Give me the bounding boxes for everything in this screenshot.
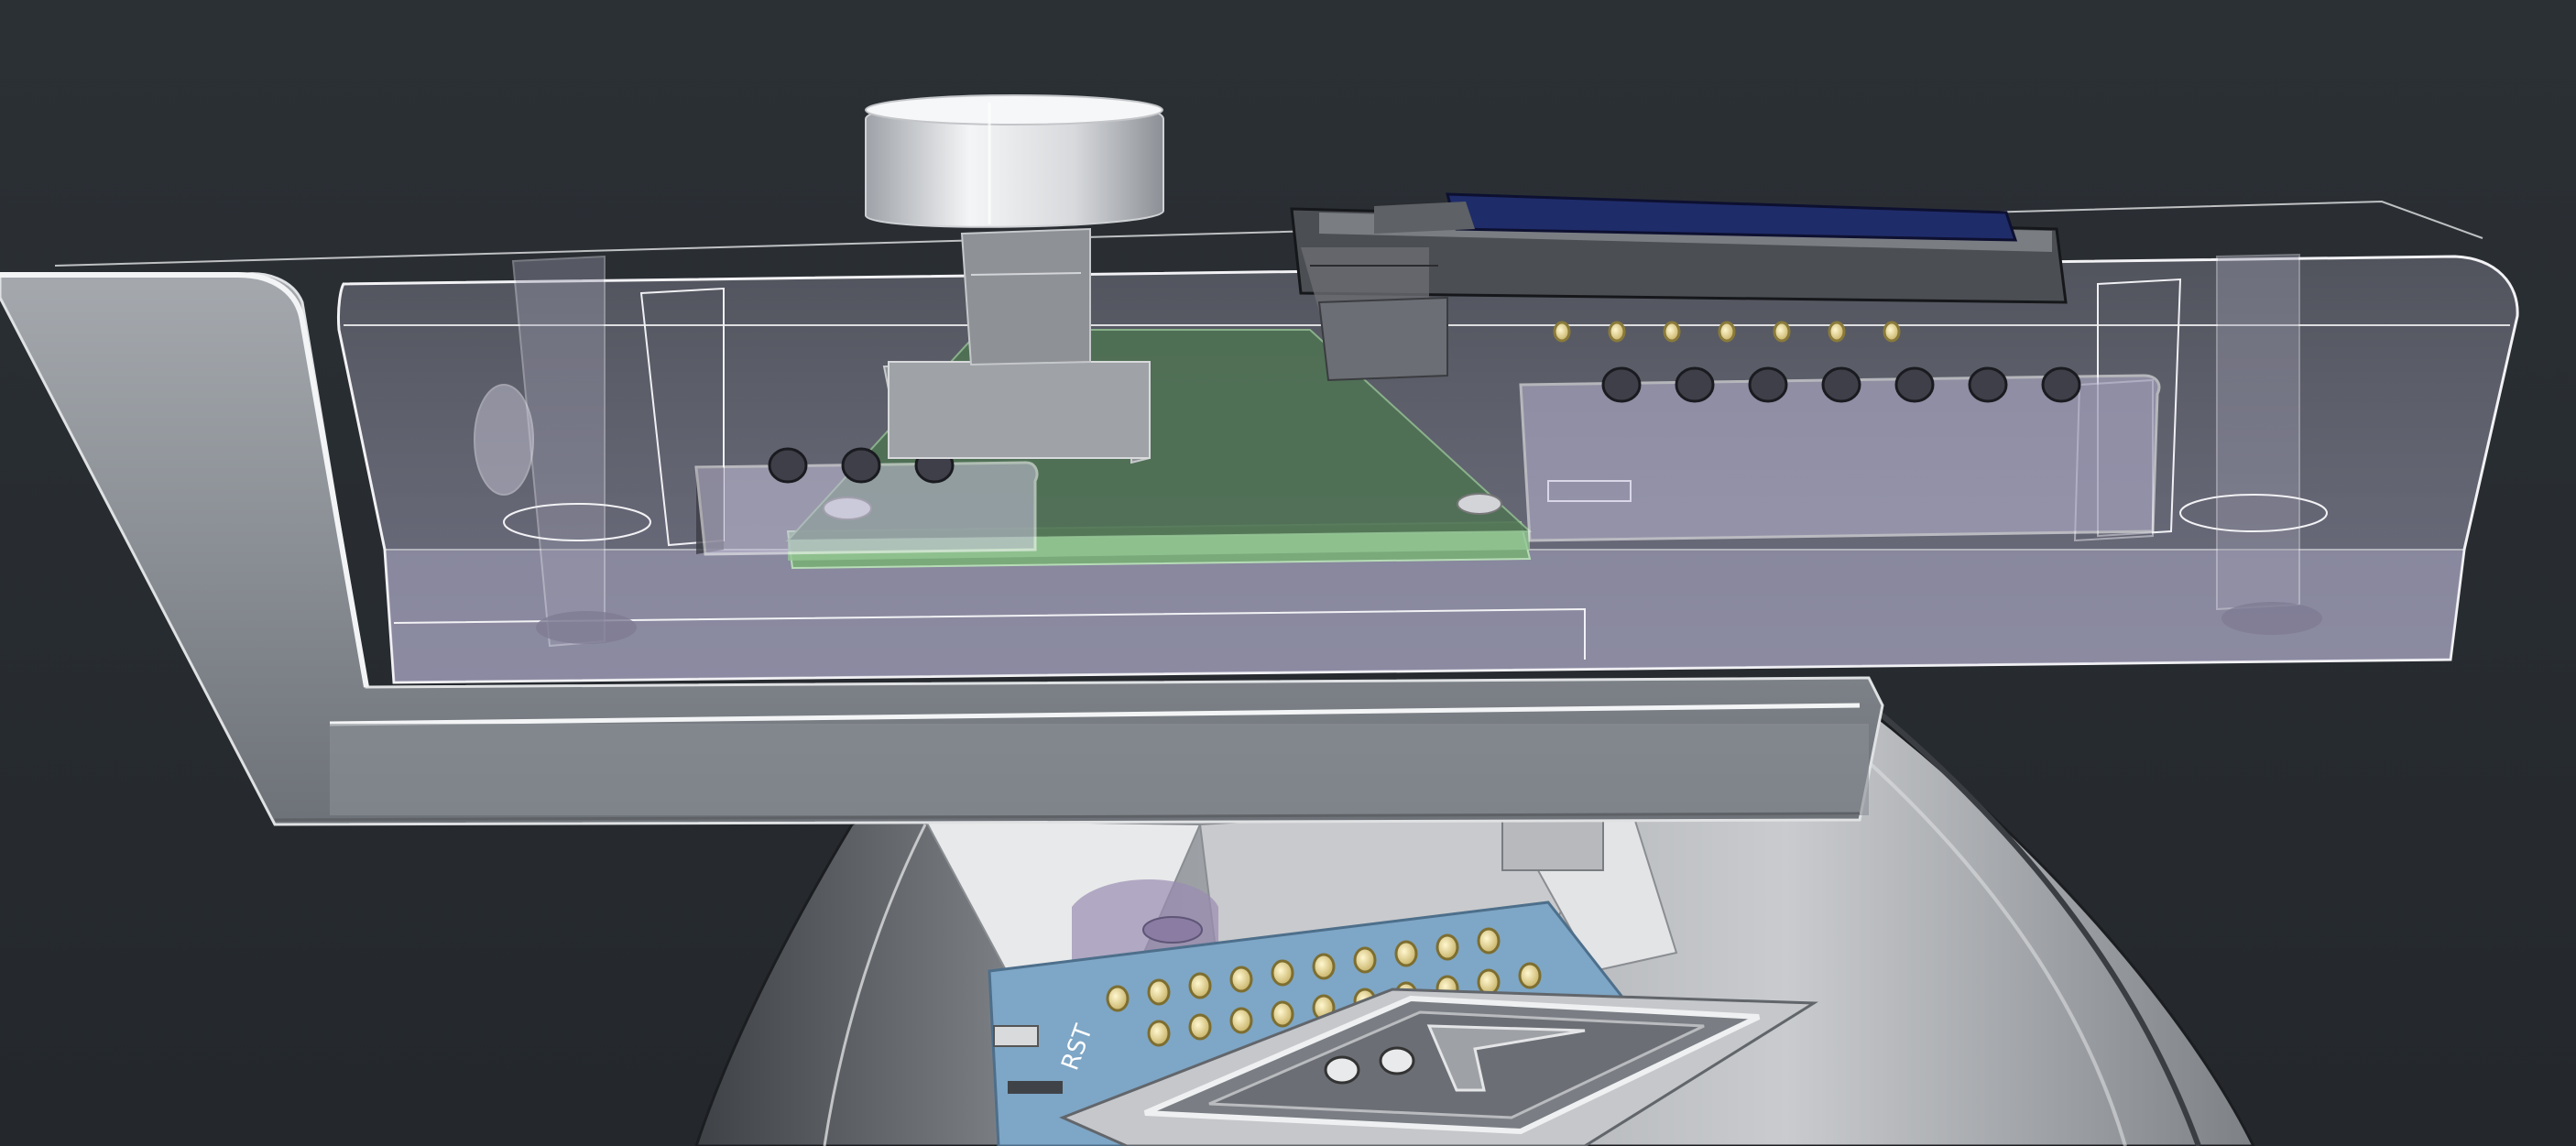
- cad-render-viewport: RST: [0, 0, 2576, 1146]
- pin: [1147, 978, 1171, 1006]
- pin: [768, 447, 808, 484]
- pin: [1608, 321, 1626, 343]
- pin: [1271, 1000, 1294, 1028]
- pin: [1477, 968, 1501, 996]
- pin: [1718, 321, 1736, 343]
- screw-hole: [1379, 1046, 1415, 1075]
- pin: [1394, 940, 1418, 967]
- pin: [1883, 321, 1901, 343]
- pin: [1435, 933, 1459, 961]
- pin: [1821, 366, 1861, 403]
- pin: [1518, 962, 1542, 989]
- pin: [1748, 366, 1788, 403]
- pin: [1188, 972, 1212, 999]
- pin: [1968, 366, 2008, 403]
- pin: [1312, 953, 1336, 980]
- pin: [2041, 366, 2081, 403]
- pin: [1271, 959, 1294, 987]
- pin: [1147, 1020, 1171, 1047]
- pin: [1894, 366, 1935, 403]
- pin: [1675, 366, 1715, 403]
- pin: [1229, 1007, 1253, 1034]
- pin: [1188, 1013, 1212, 1041]
- pin: [1601, 366, 1642, 403]
- pin: [1353, 946, 1377, 974]
- pin: [1553, 321, 1571, 343]
- pin: [1663, 321, 1681, 343]
- pin: [1106, 985, 1130, 1012]
- screw-hole: [1324, 1055, 1360, 1085]
- pin: [1229, 966, 1253, 993]
- pin: [1477, 927, 1501, 955]
- pin: [1773, 321, 1791, 343]
- pin: [841, 447, 881, 484]
- pin: [1828, 321, 1846, 343]
